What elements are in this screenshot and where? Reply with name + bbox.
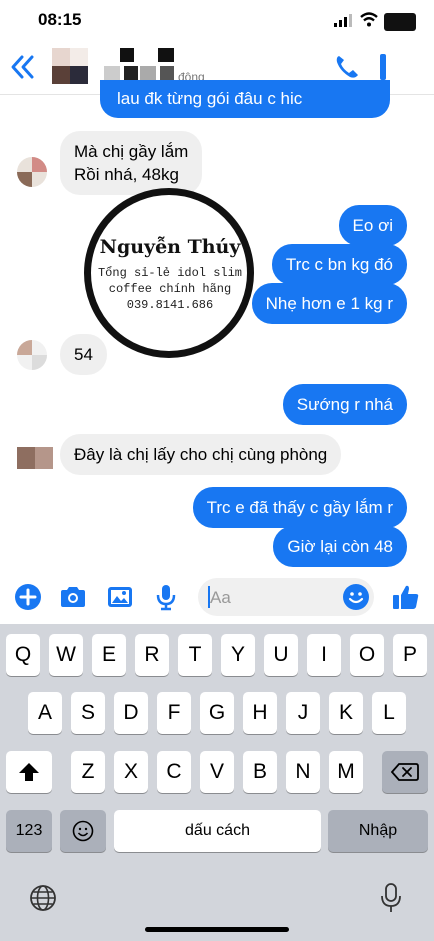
key-a[interactable]: A — [28, 692, 62, 734]
back-icon[interactable] — [10, 54, 40, 80]
plus-icon[interactable] — [14, 583, 42, 611]
key-j[interactable]: J — [286, 692, 320, 734]
message-line: Mà chị gầy lắm — [74, 142, 189, 161]
microphone-icon[interactable] — [152, 583, 180, 611]
emoji-keyboard-icon — [72, 820, 94, 842]
home-indicator — [145, 927, 289, 932]
message-bubble-outgoing[interactable]: Giờ lại còn 48 — [273, 526, 407, 567]
return-key[interactable]: Nhập — [328, 810, 428, 852]
contact-avatar[interactable] — [17, 447, 53, 469]
backspace-icon — [390, 763, 419, 781]
photo-icon[interactable] — [106, 583, 134, 611]
key-y[interactable]: Y — [221, 634, 255, 676]
key-l[interactable]: L — [372, 692, 406, 734]
message-bubble-outgoing[interactable]: Trc e đã thấy c gầy lắm r — [192, 487, 407, 528]
video-call-icon[interactable] — [380, 54, 386, 80]
shift-icon — [19, 763, 39, 781]
message-bubble-outgoing[interactable]: Sướng r nhá — [282, 384, 407, 425]
key-d[interactable]: D — [114, 692, 148, 734]
message-bubble-outgoing[interactable]: Trc c bn kg đó — [271, 244, 407, 285]
message-bubble-outgoing[interactable]: Nhẹ hơn e 1 kg r — [251, 283, 407, 324]
key-m[interactable]: M — [329, 751, 363, 793]
key-h[interactable]: H — [243, 692, 277, 734]
message-input-placeholder: Aa — [210, 588, 231, 607]
avatar[interactable] — [52, 48, 88, 84]
message-bubble-incoming[interactable]: Mà chị gầy lắm Rồi nhá, 48kg — [60, 131, 203, 195]
key-u[interactable]: U — [264, 634, 298, 676]
key-p[interactable]: P — [393, 634, 427, 676]
phone-call-icon[interactable] — [334, 54, 360, 80]
contact-name-redacted[interactable] — [104, 48, 176, 84]
emoji-icon[interactable] — [342, 583, 370, 611]
watermark-line: 039.8141.686 — [126, 298, 214, 312]
key-z[interactable]: Z — [71, 751, 105, 793]
key-r[interactable]: R — [135, 634, 169, 676]
numbers-key[interactable]: 123 — [6, 810, 52, 852]
contact-avatar[interactable] — [17, 157, 47, 187]
backspace-key[interactable] — [382, 751, 428, 793]
contact-avatar[interactable] — [17, 340, 47, 370]
watermark-line: Tổng sỉ-lẻ idol slim — [97, 266, 243, 280]
message-bubble-incoming[interactable]: 54 — [60, 334, 107, 375]
dictation-icon[interactable] — [378, 882, 404, 914]
thumbs-up-icon[interactable] — [392, 583, 420, 611]
key-v[interactable]: V — [200, 751, 234, 793]
key-w[interactable]: W — [49, 634, 83, 676]
key-g[interactable]: G — [200, 692, 234, 734]
message-line: Rồi nhá, 48kg — [74, 165, 179, 184]
key-c[interactable]: C — [157, 751, 191, 793]
key-t[interactable]: T — [178, 634, 212, 676]
key-s[interactable]: S — [71, 692, 105, 734]
key-o[interactable]: O — [350, 634, 384, 676]
camera-icon[interactable] — [59, 583, 87, 611]
status-time: 08:15 — [38, 10, 82, 29]
wifi-icon — [360, 12, 378, 27]
watermark-line: coffee chính hãng — [108, 282, 232, 296]
key-x[interactable]: X — [114, 751, 148, 793]
message-bubble-incoming[interactable]: Đây là chị lấy cho chị cùng phòng — [60, 434, 342, 475]
emoji-keyboard-key[interactable] — [60, 810, 106, 852]
key-k[interactable]: K — [329, 692, 363, 734]
message-text: lau đk từng gói đâu c hic — [117, 89, 303, 108]
battery-icon — [384, 13, 416, 31]
space-key[interactable]: dấu cách — [114, 810, 321, 852]
key-e[interactable]: E — [92, 634, 126, 676]
message-bubble-outgoing[interactable]: Eo ơi — [338, 205, 407, 246]
key-n[interactable]: N — [286, 751, 320, 793]
shift-key[interactable] — [6, 751, 52, 793]
key-q[interactable]: Q — [6, 634, 40, 676]
signal-icon — [334, 14, 352, 27]
watermark-title: Nguyễn Thúy — [99, 236, 241, 258]
key-f[interactable]: F — [157, 692, 191, 734]
key-b[interactable]: B — [243, 751, 277, 793]
key-i[interactable]: I — [307, 634, 341, 676]
globe-icon[interactable] — [29, 884, 57, 912]
